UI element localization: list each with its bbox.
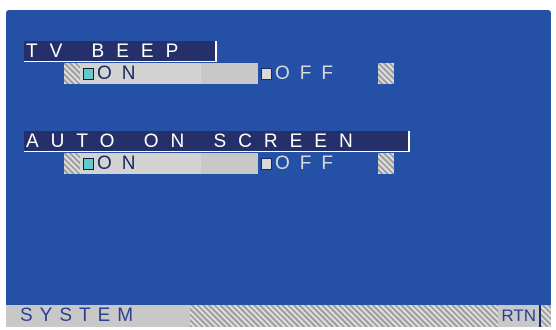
left-cap	[64, 63, 80, 84]
tv-beep-off-option[interactable]: OFF	[258, 63, 378, 84]
tv-beep-off-label: OFF	[275, 62, 343, 84]
auto-on-screen-on-checkbox[interactable]	[83, 157, 94, 170]
auto-on-screen-title: AUTO ON SCREEN	[24, 131, 410, 152]
return-button[interactable]: RTN	[498, 305, 541, 327]
tv-beep-title: TV BEEP	[24, 41, 217, 62]
auto-on-screen-off-option[interactable]: OFF	[258, 153, 378, 174]
tv-beep-on-label: ON	[97, 62, 146, 84]
left-cap	[64, 153, 80, 174]
right-cap	[378, 63, 394, 84]
auto-on-screen-off-label: OFF	[275, 152, 343, 174]
tv-beep-on-option[interactable]: ON	[80, 63, 201, 84]
tv-beep-on-checkbox[interactable]	[83, 67, 94, 80]
system-menu-label: SYSTEM	[6, 305, 190, 327]
footer-bar: SYSTEM RTN	[6, 305, 551, 327]
right-cap	[378, 153, 394, 174]
tv-beep-off-checkbox[interactable]	[261, 67, 272, 80]
auto-on-screen-on-label: ON	[97, 152, 146, 174]
auto-on-screen-options: ON OFF	[64, 153, 394, 174]
auto-on-screen-on-option[interactable]: ON	[80, 153, 201, 174]
auto-on-screen-off-checkbox[interactable]	[261, 157, 272, 170]
spacer	[201, 153, 258, 174]
spacer	[201, 63, 258, 84]
tv-beep-options: ON OFF	[64, 63, 394, 84]
